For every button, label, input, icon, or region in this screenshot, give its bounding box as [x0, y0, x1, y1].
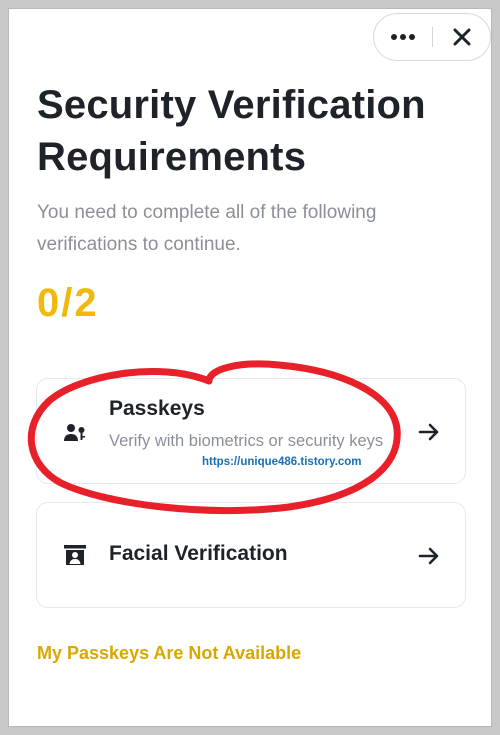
face-scan-icon	[64, 545, 86, 565]
close-icon	[453, 28, 471, 46]
passkeys-description: Verify with biometrics or security keys	[109, 432, 384, 450]
watermark-text: https://unique486.tistory.com	[202, 456, 362, 468]
page-title: Security Verification Requirements	[37, 83, 426, 179]
facial-verification-title: Facial Verification	[109, 542, 288, 565]
facial-verification-option[interactable]: Facial Verification	[36, 502, 466, 608]
passkeys-title: Passkeys	[109, 397, 205, 420]
arrow-right-icon	[418, 423, 439, 441]
more-horizontal-icon	[391, 34, 415, 40]
progress-counter: 0/2	[37, 281, 99, 325]
passkeys-unavailable-link[interactable]: My Passkeys Are Not Available	[37, 643, 301, 664]
page-subtitle: You need to complete all of the followin…	[37, 202, 377, 255]
passkeys-option[interactable]: Passkeys Verify with biometrics or secur…	[36, 378, 466, 484]
more-options-button[interactable]	[374, 14, 432, 60]
close-button[interactable]	[433, 14, 491, 60]
passkey-person-icon	[64, 424, 85, 441]
verification-panel: Security Verification Requirements You n…	[8, 8, 492, 727]
window-controls	[373, 13, 491, 61]
arrow-right-icon	[418, 547, 439, 565]
